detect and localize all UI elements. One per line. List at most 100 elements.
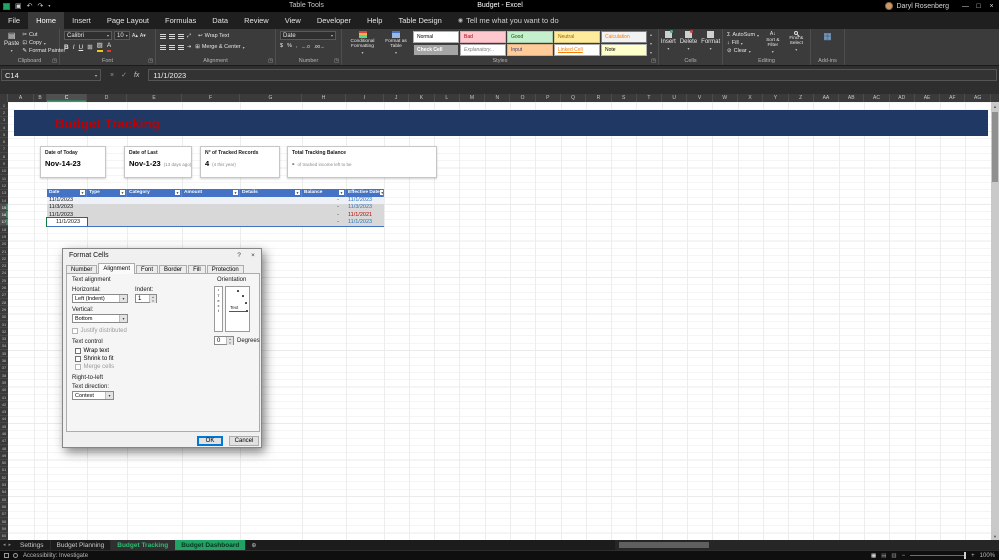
table-header-effective-date[interactable]: Effective Date ▾ [346,189,384,197]
row-header-46[interactable]: 46 [0,430,8,438]
row-header-11[interactable]: 11 [0,175,8,183]
horizontal-scrollbar[interactable] [615,540,999,550]
style-swatch-neutral[interactable]: Neutral [554,31,600,43]
table-row-4[interactable]: 11/1/2023-11/1/2023 [46,217,384,227]
row-header-6[interactable]: 6 [0,138,8,146]
alignment-dialog-launcher[interactable]: ◳ [268,58,273,64]
sheet-tab-budget-planning[interactable]: Budget Planning [51,540,112,550]
column-header-ae[interactable]: AE [915,94,941,102]
row-header-30[interactable]: 30 [0,314,8,321]
row-header-25[interactable]: 25 [0,277,8,285]
row-header-40[interactable]: 40 [0,387,8,394]
table-row-2[interactable]: 11/3/2023-11/3/2023 [47,203,384,212]
row-header-38[interactable]: 38 [0,372,8,380]
row-header-52[interactable]: 52 [0,474,8,482]
column-header-c[interactable]: C [47,94,87,102]
cancel-button[interactable]: Cancel [229,436,259,446]
clipboard-dialog-launcher[interactable]: ◳ [52,58,57,64]
ribbon-tab-page-layout[interactable]: Page Layout [99,12,157,29]
ribbon-tab-formulas[interactable]: Formulas [157,12,204,29]
close-button[interactable]: × [985,0,998,12]
row-header-26[interactable]: 26 [0,284,8,292]
fill-color-icon[interactable]: ▨ [96,42,103,52]
row-header-51[interactable]: 51 [0,467,8,475]
zoom-in-icon[interactable]: + [971,553,975,559]
row-header-3[interactable]: 3 [0,117,8,124]
sheet-tab-budget-dashboard[interactable]: Budget Dashboard [175,540,247,550]
style-swatch-calculation[interactable]: Calculation [601,31,647,43]
ribbon-tab-help[interactable]: Help [359,12,390,29]
table-row-1[interactable]: 11/1/2023-11/1/2023 [47,196,384,204]
row-header-45[interactable]: 45 [0,423,8,431]
style-swatch-input[interactable]: Input [507,44,553,56]
nav-left-icon[interactable]: ◂ [3,542,6,548]
sort-filter-button[interactable]: A↓ Sort & Filter ▾ [763,31,782,55]
row-header-32[interactable]: 32 [0,328,8,336]
insert-function-icon[interactable]: fx [134,72,139,79]
ribbon-tab-file[interactable]: File [0,12,28,29]
row-header-41[interactable]: 41 [0,394,8,402]
clear-button[interactable]: ⊘ Clear ▾ [727,47,759,55]
ribbon-tab-developer[interactable]: Developer [309,12,359,29]
scroll-up-icon[interactable]: ▲ [991,102,999,110]
fill-button[interactable]: ↓ Fill ▾ [727,39,759,47]
gallery-more-icon[interactable]: ▾ [650,50,652,55]
column-header-q[interactable]: Q [561,94,587,102]
row-header-59[interactable]: 59 [0,525,8,533]
page-layout-view-icon[interactable]: ▤ [881,553,886,559]
row-header-14[interactable]: 14 [0,197,8,205]
cell-middle[interactable] [87,197,302,204]
cell-date[interactable]: 11/1/2023 [47,211,87,218]
wrap-text-button[interactable]: ↩ Wrap Text [198,32,229,40]
column-header-m[interactable]: M [460,94,486,102]
column-header-k[interactable]: K [409,94,435,102]
filter-icon[interactable]: ▾ [175,190,180,196]
shrink-font-icon[interactable]: A▾ [140,33,146,39]
table-row-3[interactable]: 11/1/2023 -11/1/2021 [47,211,384,219]
row-header-58[interactable]: 58 [0,518,8,526]
cell-effective-date[interactable]: 11/1/2021 [346,211,384,218]
column-header-u[interactable]: U [662,94,688,102]
row-header-2[interactable]: 2 [0,109,8,117]
macro-record-icon[interactable] [4,553,9,558]
align-middle-icon[interactable] [169,33,175,39]
copy-button[interactable]: ⊡ Copy ▾ [22,39,65,47]
font-dialog-launcher[interactable]: ◳ [148,58,153,64]
ribbon-tab-review[interactable]: Review [236,12,277,29]
shrink-to-fit-checkbox[interactable]: Shrink to fit [75,356,114,362]
currency-icon[interactable]: $ [280,43,283,49]
column-header-y[interactable]: Y [763,94,789,102]
text-direction-select[interactable]: Context ▾ [72,391,114,400]
table-header-amount[interactable]: Amount ▾ [182,189,240,197]
column-header-d[interactable]: D [87,94,127,102]
row-header-12[interactable]: 12 [0,182,8,190]
row-header-22[interactable]: 22 [0,255,8,263]
insert-cells-button[interactable]: Insert ▾ [661,30,676,51]
zoom-out-icon[interactable]: − [902,553,906,559]
row-header-5[interactable]: 5 [0,131,8,139]
cell-balance[interactable]: - [302,204,346,211]
bold-button[interactable]: B [64,44,69,51]
borders-icon[interactable]: ⊞ [87,43,92,51]
row-header-36[interactable]: 36 [0,357,8,365]
ribbon-tab-table-design[interactable]: Table Design [390,12,449,29]
row-header-21[interactable]: 21 [0,248,8,256]
formula-input[interactable]: 11/1/2023 [148,69,997,81]
row-header-44[interactable]: 44 [0,416,8,424]
spinner-buttons[interactable]: ▴ ▾ [226,337,233,345]
align-left-icon[interactable] [160,44,166,50]
row-header-57[interactable]: 57 [0,511,8,518]
row-header-7[interactable]: 7 [0,146,8,154]
cell-balance[interactable]: - [302,218,346,225]
spin-down-icon[interactable]: ▾ [150,299,156,303]
cell-date[interactable]: 11/3/2023 [47,204,87,211]
column-header-a[interactable]: A [8,94,34,102]
row-header-49[interactable]: 49 [0,452,8,460]
horizontal-scroll-thumb[interactable] [619,542,709,548]
column-header-b[interactable]: B [34,94,47,102]
select-all-corner[interactable] [0,94,8,102]
tell-me-box[interactable]: ◉ Tell me what you want to do [450,12,567,29]
number-format-select[interactable]: Date ▾ [280,31,336,40]
decrease-decimal-icon[interactable]: .00→ [314,44,325,49]
row-header-60[interactable]: 60 [0,533,8,540]
